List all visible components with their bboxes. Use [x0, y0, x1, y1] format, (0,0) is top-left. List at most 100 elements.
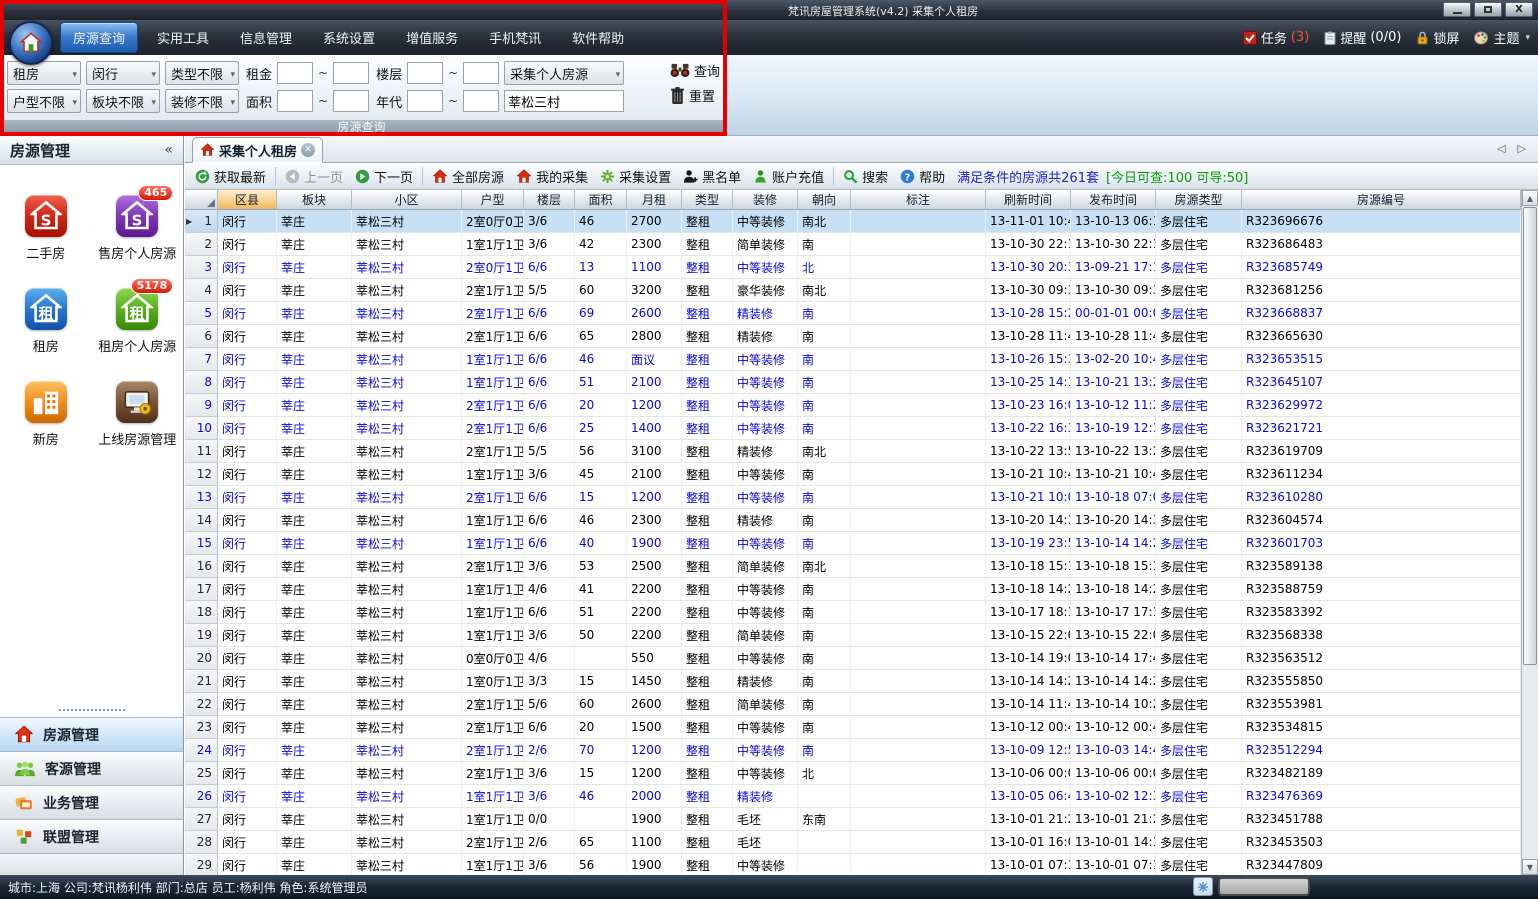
table-cell[interactable]: 莘庄: [277, 739, 352, 762]
district-select[interactable]: 闵行: [86, 61, 160, 85]
table-cell[interactable]: 整租: [682, 831, 733, 854]
toolbar-button-0[interactable]: 获取最新: [189, 164, 272, 188]
table-cell[interactable]: 北: [798, 256, 851, 279]
tab-scroll-right-icon[interactable]: ▷: [1518, 142, 1526, 155]
sidebar-shortcut-2[interactable]: 租租房: [0, 288, 92, 355]
table-cell[interactable]: 多层住宅: [1156, 371, 1242, 394]
table-cell[interactable]: 莘庄: [277, 371, 352, 394]
table-cell[interactable]: 闵行: [218, 601, 277, 624]
table-cell[interactable]: R323451788: [1242, 808, 1521, 831]
row-number[interactable]: 18: [185, 601, 218, 624]
table-cell[interactable]: 闵行: [218, 624, 277, 647]
table-cell[interactable]: 莘松三村: [352, 394, 462, 417]
table-cell[interactable]: 1900: [627, 854, 682, 875]
table-cell[interactable]: 莘松三村: [352, 785, 462, 808]
table-cell[interactable]: 13-10-06 00:03: [986, 762, 1071, 785]
table-cell[interactable]: [851, 233, 986, 256]
table-cell[interactable]: 13-10-17 18:16: [986, 601, 1071, 624]
table-cell[interactable]: 闵行: [218, 463, 277, 486]
table-cell[interactable]: R323588759: [1242, 578, 1521, 601]
table-cell[interactable]: 13-10-06 00:03: [1071, 762, 1156, 785]
table-cell[interactable]: 整租: [682, 739, 733, 762]
query-button[interactable]: 查询: [669, 61, 720, 80]
sidebar-nav-2[interactable]: 业务管理: [0, 785, 183, 819]
table-row-29[interactable]: 29闵行莘庄莘松三村1室1厅1卫3/6561900整租中等装修13-10-01 …: [185, 854, 1521, 875]
scroll-down-icon[interactable]: ▼: [1522, 859, 1538, 875]
table-cell[interactable]: 莘庄: [277, 325, 352, 348]
table-cell[interactable]: 中等装修: [733, 486, 798, 509]
table-cell[interactable]: [798, 831, 851, 854]
table-cell[interactable]: 中等装修: [733, 417, 798, 440]
column-header-2[interactable]: 小区: [352, 190, 462, 210]
table-cell[interactable]: 51: [575, 371, 627, 394]
block-select[interactable]: 板块不限: [86, 89, 160, 113]
table-cell[interactable]: R323482189: [1242, 762, 1521, 785]
table-cell[interactable]: [851, 440, 986, 463]
table-row-19[interactable]: 19闵行莘庄莘松三村1室1厅1卫3/6502200整租简单装修南13-10-15…: [185, 624, 1521, 647]
table-cell[interactable]: 多层住宅: [1156, 233, 1242, 256]
tab-close-icon[interactable]: ✕: [301, 143, 315, 157]
table-cell[interactable]: 南: [798, 693, 851, 716]
table-cell[interactable]: 3/6: [524, 854, 575, 875]
table-row-25[interactable]: 25闵行莘庄莘松三村2室1厅1卫3/6151200整租中等装修北13-10-06…: [185, 762, 1521, 785]
table-cell[interactable]: 1100: [627, 831, 682, 854]
table-row-9[interactable]: 9闵行莘庄莘松三村2室1厅1卫6/6201200整租中等装修南13-10-23 …: [185, 394, 1521, 417]
table-cell[interactable]: 2室0厅0卫: [462, 210, 524, 233]
table-cell[interactable]: 13-10-23 16:05: [986, 394, 1071, 417]
column-header-10[interactable]: 标注: [851, 190, 986, 210]
table-cell[interactable]: 整租: [682, 371, 733, 394]
table-cell[interactable]: 精装修: [733, 509, 798, 532]
table-row-15[interactable]: 15闵行莘庄莘松三村1室1厅1卫6/6401900整租中等装修南13-10-19…: [185, 532, 1521, 555]
table-cell[interactable]: 闵行: [218, 509, 277, 532]
table-cell[interactable]: 51: [575, 601, 627, 624]
table-cell[interactable]: 46: [575, 210, 627, 233]
row-number[interactable]: 26: [185, 785, 218, 808]
table-cell[interactable]: 13-10-22 13:27: [1071, 440, 1156, 463]
property-type-select[interactable]: 租房: [7, 61, 81, 85]
table-cell[interactable]: 南: [798, 601, 851, 624]
table-cell[interactable]: 56: [575, 440, 627, 463]
table-cell[interactable]: 闵行: [218, 210, 277, 233]
row-number[interactable]: 7: [185, 348, 218, 371]
table-cell[interactable]: 1100: [627, 256, 682, 279]
table-cell[interactable]: 46: [575, 509, 627, 532]
row-number[interactable]: 22: [185, 693, 218, 716]
table-cell[interactable]: 中等装修: [733, 854, 798, 875]
table-cell[interactable]: 闵行: [218, 670, 277, 693]
column-header-14[interactable]: 房源编号: [1242, 190, 1521, 210]
row-number[interactable]: 27: [185, 808, 218, 831]
table-cell[interactable]: 2/6: [524, 739, 575, 762]
table-cell[interactable]: 20: [575, 716, 627, 739]
column-header-4[interactable]: 楼层: [524, 190, 575, 210]
table-cell[interactable]: 50: [575, 624, 627, 647]
table-cell[interactable]: 3/6: [524, 785, 575, 808]
table-cell[interactable]: 3/6: [524, 463, 575, 486]
table-cell[interactable]: 0/0: [524, 808, 575, 831]
table-cell[interactable]: 整租: [682, 670, 733, 693]
table-cell[interactable]: 莘松三村: [352, 325, 462, 348]
table-cell[interactable]: 莘松三村: [352, 509, 462, 532]
table-cell[interactable]: 莘庄: [277, 509, 352, 532]
table-cell[interactable]: 2600: [627, 302, 682, 325]
table-cell[interactable]: 中等装修: [733, 348, 798, 371]
table-row-10[interactable]: 10闵行莘庄莘松三村2室1厅1卫6/6251400整租中等装修南13-10-22…: [185, 417, 1521, 440]
table-cell[interactable]: [851, 463, 986, 486]
table-cell[interactable]: 整租: [682, 762, 733, 785]
table-cell[interactable]: 13-10-28 11:42: [986, 325, 1071, 348]
table-cell[interactable]: 6/6: [524, 716, 575, 739]
table-cell[interactable]: 3/6: [524, 233, 575, 256]
table-row-2[interactable]: 2闵行莘庄莘松三村1室1厅1卫3/6422300整租简单装修南13-10-30 …: [185, 233, 1521, 256]
unit-type-select[interactable]: 户型不限: [7, 89, 81, 113]
table-cell[interactable]: 1室1厅1卫: [462, 785, 524, 808]
table-row-8[interactable]: 8闵行莘庄莘松三村1室1厅1卫6/6512100整租中等装修南13-10-25 …: [185, 371, 1521, 394]
table-cell[interactable]: 莘松三村: [352, 670, 462, 693]
table-cell[interactable]: 整租: [682, 808, 733, 831]
table-cell[interactable]: 整租: [682, 555, 733, 578]
table-cell[interactable]: [851, 348, 986, 371]
table-cell[interactable]: 1室1厅1卫: [462, 371, 524, 394]
keyword-input[interactable]: [504, 90, 624, 112]
quick-launch-button[interactable]: [1193, 877, 1213, 896]
table-cell[interactable]: 13-10-14 10:24: [1071, 693, 1156, 716]
table-cell[interactable]: 莘庄: [277, 302, 352, 325]
table-cell[interactable]: 1室1厅1卫: [462, 601, 524, 624]
